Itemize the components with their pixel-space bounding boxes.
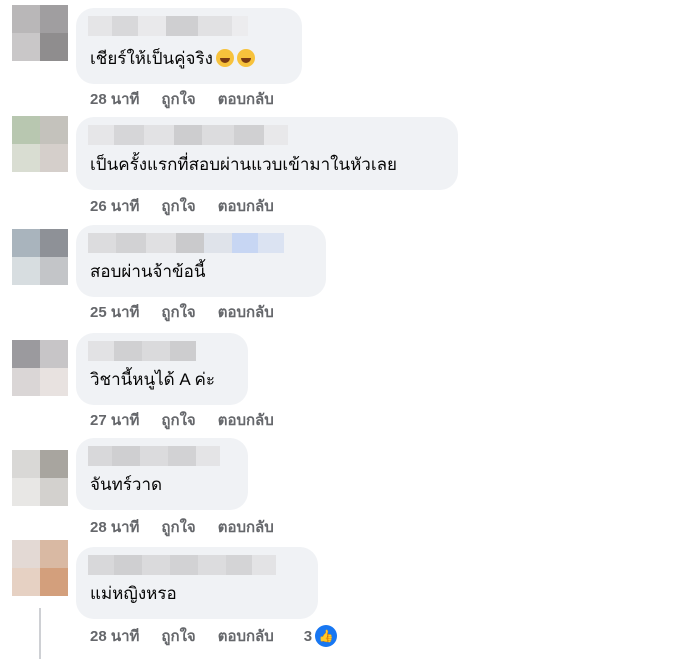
laughing-emoji-icon bbox=[236, 49, 255, 67]
comment-bubble: จันทร์วาด bbox=[76, 438, 248, 510]
author-name-blurred[interactable] bbox=[88, 555, 276, 575]
avatar[interactable] bbox=[12, 5, 68, 61]
like-link[interactable]: ถูกใจ bbox=[161, 194, 195, 218]
comment-text: วิชานี้หนูได้ A ค่ะ bbox=[90, 370, 216, 389]
comment-actions: 26 นาที ถูกใจ ตอบกลับ bbox=[90, 195, 274, 217]
reaction-summary[interactable]: 3 👍 bbox=[303, 625, 338, 647]
comment-bubble: วิชานี้หนูได้ A ค่ะ bbox=[76, 333, 248, 405]
comment-actions: 27 นาที ถูกใจ ตอบกลับ bbox=[90, 409, 274, 431]
like-link[interactable]: ถูกใจ bbox=[161, 300, 195, 324]
comment-time[interactable]: 28 นาที bbox=[90, 624, 139, 648]
avatar[interactable] bbox=[12, 450, 68, 506]
avatar[interactable] bbox=[12, 540, 68, 596]
author-name-blurred[interactable] bbox=[88, 341, 196, 361]
comment-text: จันทร์วาด bbox=[90, 475, 163, 494]
comment-time[interactable]: 28 นาที bbox=[90, 515, 139, 539]
comment-actions: 28 นาที ถูกใจ ตอบกลับ 3 👍 bbox=[90, 624, 338, 648]
reply-link[interactable]: ตอบกลับ bbox=[218, 300, 274, 324]
comment-actions: 28 นาที ถูกใจ ตอบกลับ bbox=[90, 516, 274, 538]
comment-bubble: สอบผ่านจ้าข้อนี้ bbox=[76, 225, 326, 297]
laughing-emoji-icon bbox=[215, 49, 234, 67]
like-link[interactable]: ถูกใจ bbox=[161, 515, 195, 539]
reply-link[interactable]: ตอบกลับ bbox=[218, 194, 274, 218]
comment-actions: 28 นาที ถูกใจ ตอบกลับ bbox=[90, 88, 274, 110]
comment-text: เชียร์ให้เป็นคู่จริง bbox=[90, 45, 255, 72]
thread-line bbox=[39, 608, 41, 659]
avatar[interactable] bbox=[12, 340, 68, 396]
reply-link[interactable]: ตอบกลับ bbox=[218, 87, 274, 111]
like-link[interactable]: ถูกใจ bbox=[161, 87, 195, 111]
author-name-blurred[interactable] bbox=[88, 125, 288, 145]
comment-bubble: เป็นครั้งแรกที่สอบผ่านแวบเข้ามาในหัวเลย bbox=[76, 117, 458, 190]
comment-text: เป็นครั้งแรกที่สอบผ่านแวบเข้ามาในหัวเลย bbox=[90, 155, 398, 174]
comment-text: แม่หญิงหรอ bbox=[90, 584, 177, 603]
comment-time[interactable]: 28 นาที bbox=[90, 87, 139, 111]
like-link[interactable]: ถูกใจ bbox=[161, 624, 195, 648]
reply-link[interactable]: ตอบกลับ bbox=[218, 408, 274, 432]
comment-text: สอบผ่านจ้าข้อนี้ bbox=[90, 262, 206, 281]
comment-time[interactable]: 25 นาที bbox=[90, 300, 139, 324]
comment-actions: 25 นาที ถูกใจ ตอบกลับ bbox=[90, 301, 274, 323]
comment-bubble: เชียร์ให้เป็นคู่จริง bbox=[76, 8, 302, 84]
avatar[interactable] bbox=[12, 116, 68, 172]
author-name-blurred[interactable] bbox=[88, 233, 284, 253]
like-link[interactable]: ถูกใจ bbox=[161, 408, 195, 432]
author-name-blurred[interactable] bbox=[88, 446, 220, 466]
comment-time[interactable]: 27 นาที bbox=[90, 408, 139, 432]
thumbs-up-icon: 👍 bbox=[315, 625, 338, 647]
avatar[interactable] bbox=[12, 229, 68, 285]
reply-link[interactable]: ตอบกลับ bbox=[218, 624, 274, 648]
reaction-count: 3 bbox=[303, 627, 313, 645]
reply-link[interactable]: ตอบกลับ bbox=[218, 515, 274, 539]
comment-bubble: แม่หญิงหรอ bbox=[76, 547, 318, 619]
comment-time[interactable]: 26 นาที bbox=[90, 194, 139, 218]
author-name-blurred[interactable] bbox=[88, 16, 248, 36]
